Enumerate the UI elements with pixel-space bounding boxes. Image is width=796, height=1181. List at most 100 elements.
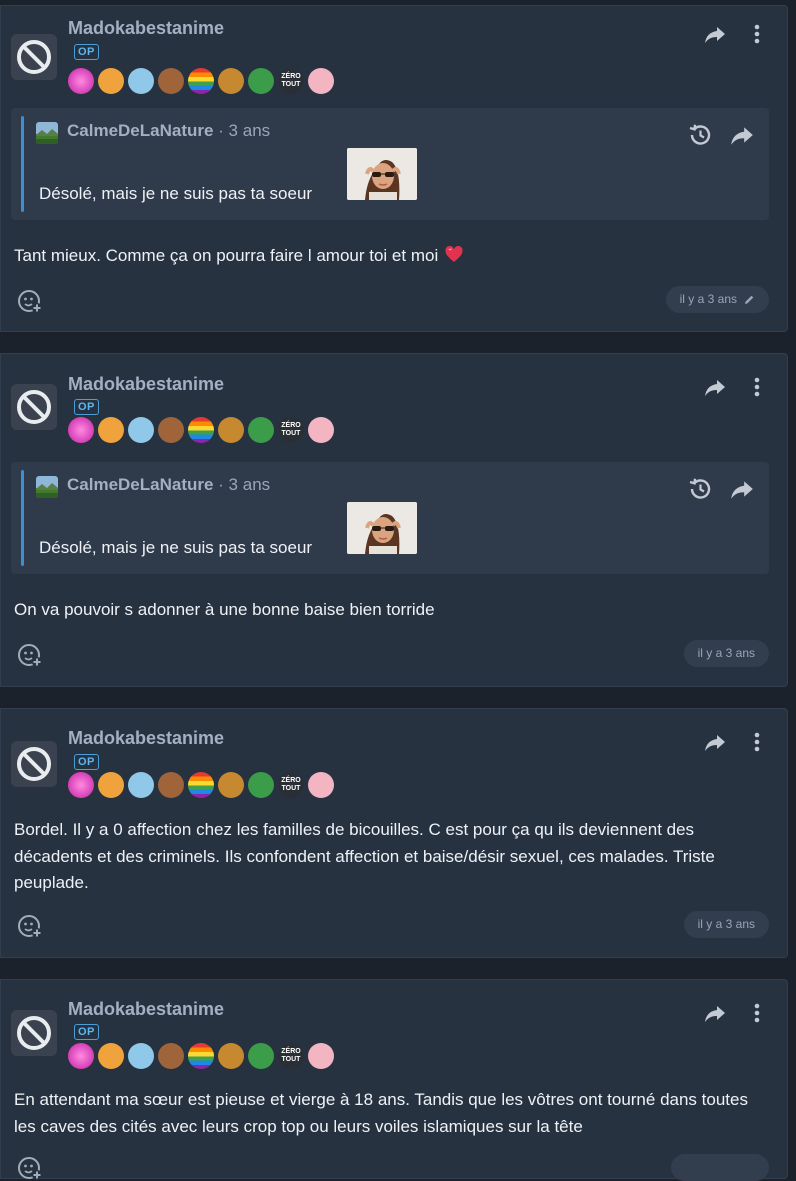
quote-author[interactable]: CalmeDeLaNature · 3 ans <box>67 121 270 141</box>
quote-author[interactable]: CalmeDeLaNature · 3 ans <box>67 475 270 495</box>
add-reaction-icon[interactable] <box>17 288 43 314</box>
more-vertical-icon[interactable] <box>745 22 769 46</box>
quote-author-name[interactable]: CalmeDeLaNature <box>67 475 213 494</box>
portrait-badge-icon <box>128 772 154 798</box>
share-icon[interactable] <box>703 22 727 46</box>
quote-author-name[interactable]: CalmeDeLaNature <box>67 121 213 140</box>
blocked-icon <box>11 741 57 787</box>
quote-accent-bar <box>21 116 24 212</box>
add-reaction-icon[interactable] <box>17 642 43 668</box>
spiral-badge-icon <box>68 772 94 798</box>
character-badge-icon <box>308 772 334 798</box>
user-avatar[interactable] <box>11 1010 57 1056</box>
timestamp-pill[interactable] <box>671 1154 769 1181</box>
character-badge-icon <box>98 1043 124 1069</box>
character-badge-icon <box>158 417 184 443</box>
zero-tout-badge-icon: ZÉRO TOUT <box>278 417 304 443</box>
timestamp-pill[interactable]: il y a 3 ans <box>665 286 769 313</box>
spiral-badge-icon <box>68 417 94 443</box>
quote-time: · 3 ans <box>213 475 271 494</box>
blocked-icon <box>11 384 57 430</box>
op-badge: OP <box>74 399 99 415</box>
op-badge: OP <box>74 44 99 60</box>
rainbow-badge-icon <box>188 1043 214 1069</box>
username[interactable]: Madokabestanime <box>68 999 224 1020</box>
character-badge-icon <box>218 417 244 443</box>
badge-row: ZÉRO TOUT <box>68 1043 334 1069</box>
portrait-badge-icon <box>128 68 154 94</box>
elf-badge-icon <box>248 417 274 443</box>
quoted-comment[interactable]: CalmeDeLaNature · 3 ans Désolé, mais je … <box>11 462 769 574</box>
sticker-image <box>347 502 417 554</box>
blocked-icon <box>11 1010 57 1056</box>
badge-row: ZÉRO TOUT <box>68 417 334 443</box>
more-vertical-icon[interactable] <box>745 1001 769 1025</box>
user-avatar[interactable] <box>11 384 57 430</box>
username[interactable]: Madokabestanime <box>68 374 224 395</box>
timestamp-pill[interactable]: il y a 3 ans <box>683 911 769 938</box>
sticker-image <box>347 148 417 200</box>
landscape-avatar-icon[interactable] <box>36 122 58 144</box>
share-icon[interactable] <box>703 730 727 754</box>
character-badge-icon <box>308 68 334 94</box>
user-avatar[interactable] <box>11 34 57 80</box>
more-vertical-icon[interactable] <box>745 375 769 399</box>
history-icon[interactable] <box>687 122 713 148</box>
character-badge-icon <box>218 68 244 94</box>
share-icon[interactable] <box>729 122 755 148</box>
quote-text: Désolé, mais je ne suis pas ta soeur <box>39 184 313 203</box>
zero-tout-badge-icon: ZÉRO TOUT <box>278 1043 304 1069</box>
badge-row: ZÉRO TOUT <box>68 68 334 94</box>
comment-body: On va pouvoir s adonner à une bonne bais… <box>14 600 435 619</box>
share-icon[interactable] <box>703 375 727 399</box>
character-badge-icon <box>308 417 334 443</box>
comment-text: Tant mieux. Comme ça on pourra faire l a… <box>14 246 439 265</box>
op-badge: OP <box>74 1024 99 1040</box>
heart-emoji-icon <box>443 245 465 265</box>
more-vertical-icon[interactable] <box>745 730 769 754</box>
quote-time: · 3 ans <box>213 121 271 140</box>
character-badge-icon <box>98 772 124 798</box>
character-badge-icon <box>158 68 184 94</box>
timestamp: il y a 3 ans <box>697 917 755 931</box>
comment-card: Madokabestanime OP ZÉRO TOUT Bordel. Il … <box>0 708 788 958</box>
quote-accent-bar <box>21 470 24 566</box>
zero-tout-badge-icon: ZÉRO TOUT <box>278 772 304 798</box>
elf-badge-icon <box>248 68 274 94</box>
character-badge-icon <box>218 1043 244 1069</box>
character-badge-icon <box>218 772 244 798</box>
share-icon[interactable] <box>729 476 755 502</box>
username[interactable]: Madokabestanime <box>68 18 224 39</box>
badge-row: ZÉRO TOUT <box>68 772 334 798</box>
blocked-icon <box>11 34 57 80</box>
quote-text: Désolé, mais je ne suis pas ta soeur <box>39 538 313 557</box>
comment-body: Bordel. Il y a 0 affection chez les fami… <box>14 820 715 892</box>
landscape-avatar-icon[interactable] <box>36 476 58 498</box>
op-badge: OP <box>74 754 99 770</box>
portrait-badge-icon <box>128 1043 154 1069</box>
history-icon[interactable] <box>687 476 713 502</box>
comment-card: Madokabestanime OP ZÉRO TOUT En attendan… <box>0 979 788 1181</box>
add-reaction-icon[interactable] <box>17 1155 43 1181</box>
character-badge-icon <box>98 417 124 443</box>
character-badge-icon <box>308 1043 334 1069</box>
quoted-comment[interactable]: CalmeDeLaNature · 3 ans Désolé, mais je … <box>11 108 769 220</box>
user-avatar[interactable] <box>11 741 57 787</box>
character-badge-icon <box>158 1043 184 1069</box>
timestamp: il y a 3 ans <box>697 646 755 660</box>
zero-tout-badge-icon: ZÉRO TOUT <box>278 68 304 94</box>
share-icon[interactable] <box>703 1001 727 1025</box>
rainbow-badge-icon <box>188 417 214 443</box>
timestamp-pill[interactable]: il y a 3 ans <box>683 640 769 667</box>
comment-body: En attendant ma sœur est pieuse et vierg… <box>14 1090 748 1136</box>
rainbow-badge-icon <box>188 68 214 94</box>
comment-card: Madokabestanime OP ZÉRO TOUT CalmeDeLaNa… <box>0 353 788 687</box>
comment-card: Madokabestanime OP ZÉRO TOUT CalmeDeLaNa… <box>0 5 788 332</box>
character-badge-icon <box>158 772 184 798</box>
username[interactable]: Madokabestanime <box>68 728 224 749</box>
add-reaction-icon[interactable] <box>17 913 43 939</box>
spiral-badge-icon <box>68 68 94 94</box>
spiral-badge-icon <box>68 1043 94 1069</box>
pencil-icon <box>743 294 755 306</box>
rainbow-badge-icon <box>188 772 214 798</box>
